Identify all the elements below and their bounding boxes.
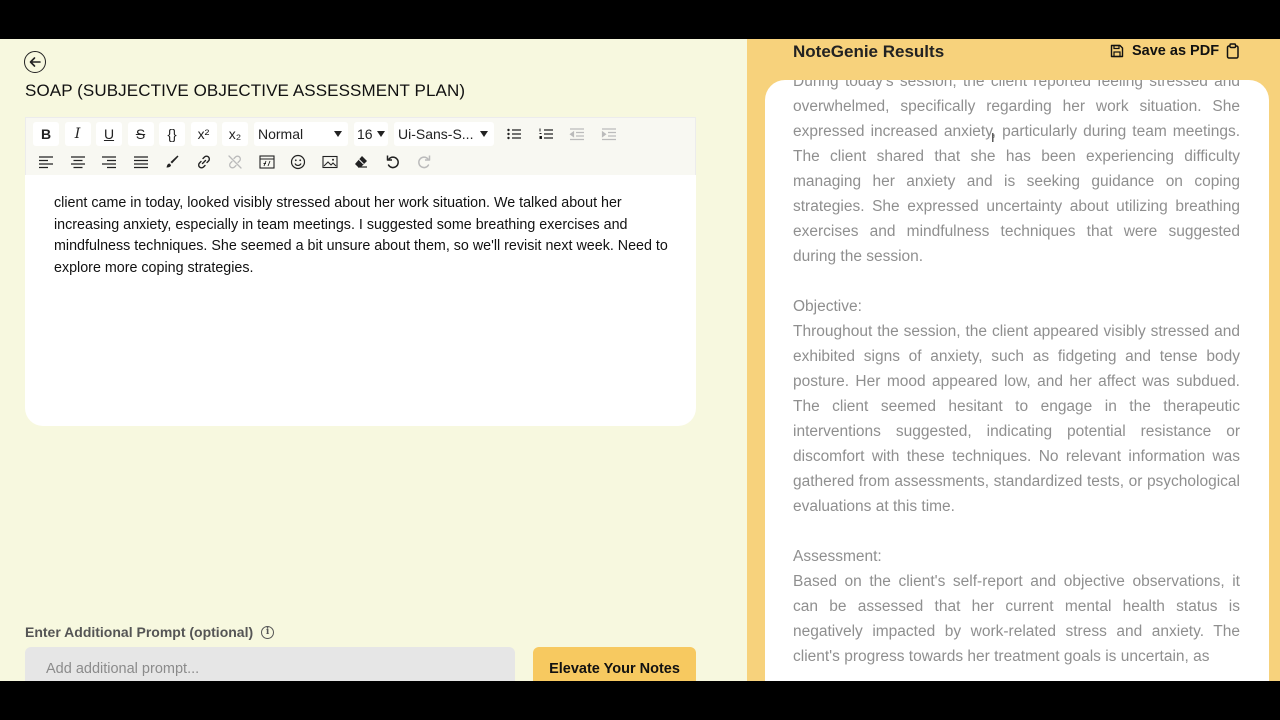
subscript-button[interactable]: x₂ bbox=[222, 122, 248, 146]
underline-icon: U bbox=[103, 126, 115, 142]
page-title: SOAP (SUBJECTIVE OBJECTIVE ASSESSMENT PL… bbox=[25, 81, 466, 100]
underline-button[interactable]: U bbox=[96, 122, 122, 146]
indent-icon bbox=[601, 128, 616, 141]
font-family-value: Ui-Sans-S... bbox=[398, 126, 474, 142]
code-button[interactable]: {} bbox=[159, 122, 185, 146]
results-text[interactable]: During today's session, the client repor… bbox=[765, 80, 1269, 669]
subjective-text: During today's session, the client repor… bbox=[793, 80, 1240, 265]
emoji-button[interactable] bbox=[285, 150, 311, 174]
results-card: During today's session, the client repor… bbox=[765, 80, 1269, 681]
results-title: NoteGenie Results bbox=[793, 42, 945, 61]
insert-link-button[interactable] bbox=[191, 150, 217, 174]
unlink-icon bbox=[228, 155, 242, 169]
chevron-down-icon bbox=[334, 131, 342, 137]
font-family-select[interactable]: Ui-Sans-S... bbox=[394, 122, 494, 146]
unlink-button[interactable] bbox=[222, 150, 248, 174]
app-window: SOAP (SUBJECTIVE OBJECTIVE ASSESSMENT PL… bbox=[0, 39, 1280, 681]
outdent-button[interactable] bbox=[564, 122, 590, 146]
info-icon[interactable]: i bbox=[261, 625, 275, 639]
font-size-select[interactable]: 16 bbox=[354, 122, 388, 146]
redo-button[interactable] bbox=[411, 150, 437, 174]
assessment-heading: Assessment: bbox=[793, 548, 882, 565]
floppy-disk-icon bbox=[1110, 44, 1124, 58]
objective-heading: Objective: bbox=[793, 298, 862, 315]
copy-icon[interactable] bbox=[1226, 43, 1240, 59]
arrow-left-icon bbox=[29, 57, 41, 67]
indent-button[interactable] bbox=[596, 122, 622, 146]
italic-button[interactable]: I bbox=[64, 122, 91, 146]
additional-prompt-label-text: Enter Additional Prompt (optional) bbox=[25, 624, 254, 640]
numbered-list-button[interactable] bbox=[533, 122, 559, 146]
insert-formula-button[interactable] bbox=[254, 150, 280, 174]
strikethrough-icon: S bbox=[135, 126, 146, 142]
editor-panel: SOAP (SUBJECTIVE OBJECTIVE ASSESSMENT PL… bbox=[0, 39, 747, 681]
brush-icon bbox=[166, 155, 179, 168]
subscript-icon: x₂ bbox=[228, 126, 242, 142]
undo-icon bbox=[386, 155, 399, 169]
superscript-button[interactable]: x² bbox=[190, 122, 217, 146]
code-icon: {} bbox=[167, 126, 177, 142]
superscript-icon: x² bbox=[197, 126, 210, 142]
assessment-text: Based on the client's self-report and ob… bbox=[793, 573, 1240, 665]
strikethrough-button[interactable]: S bbox=[127, 122, 154, 146]
align-right-button[interactable] bbox=[96, 150, 122, 174]
align-right-icon bbox=[102, 156, 116, 169]
additional-prompt-label: Enter Additional Prompt (optional) i bbox=[25, 624, 275, 640]
redo-icon bbox=[418, 155, 431, 169]
chevron-down-icon bbox=[377, 131, 385, 137]
bullet-list-icon bbox=[507, 128, 521, 140]
results-panel: NoteGenie Results Save as PDF During tod… bbox=[747, 39, 1280, 681]
text-color-button[interactable] bbox=[159, 150, 185, 174]
undo-button[interactable] bbox=[380, 150, 406, 174]
block-format-value: Normal bbox=[258, 126, 304, 142]
save-as-pdf-button[interactable]: Save as PDF bbox=[1110, 43, 1219, 59]
block-format-select[interactable]: Normal bbox=[254, 122, 348, 146]
objective-text: Throughout the session, the client appea… bbox=[793, 323, 1240, 515]
editor-content[interactable]: client came in today, looked visibly str… bbox=[25, 175, 696, 279]
save-as-pdf-label: Save as PDF bbox=[1132, 43, 1220, 59]
numbered-list-icon bbox=[539, 128, 553, 139]
formula-icon bbox=[258, 155, 275, 169]
align-justify-icon bbox=[133, 156, 148, 169]
bold-button[interactable]: B bbox=[33, 122, 59, 146]
align-justify-button[interactable] bbox=[128, 150, 154, 174]
align-left-icon bbox=[39, 156, 53, 169]
italic-icon: I bbox=[74, 126, 81, 142]
align-left-button[interactable] bbox=[33, 150, 59, 174]
smiley-icon bbox=[290, 154, 306, 170]
link-icon bbox=[197, 155, 210, 169]
bold-icon: B bbox=[40, 126, 52, 142]
font-size-value: 16 bbox=[357, 126, 373, 142]
back-button[interactable] bbox=[24, 51, 46, 73]
rich-text-editor: B I U S {} x² x₂ Normal 16 Ui-Sans-S... bbox=[25, 117, 696, 426]
editor-toolbar: B I U S {} x² x₂ Normal 16 Ui-Sans-S... bbox=[25, 117, 696, 175]
align-center-icon bbox=[70, 156, 85, 169]
elevate-notes-button[interactable]: Elevate Your Notes bbox=[533, 647, 696, 681]
insert-image-button[interactable] bbox=[317, 150, 343, 174]
align-center-button[interactable] bbox=[65, 150, 91, 174]
text-cursor-icon: I bbox=[991, 130, 995, 145]
additional-prompt-input[interactable] bbox=[25, 647, 515, 681]
image-icon bbox=[321, 155, 338, 169]
eraser-icon bbox=[355, 156, 367, 168]
clear-format-button[interactable] bbox=[348, 150, 374, 174]
bullet-list-button[interactable] bbox=[501, 122, 527, 146]
outdent-icon bbox=[569, 128, 584, 141]
chevron-down-icon bbox=[480, 131, 488, 137]
